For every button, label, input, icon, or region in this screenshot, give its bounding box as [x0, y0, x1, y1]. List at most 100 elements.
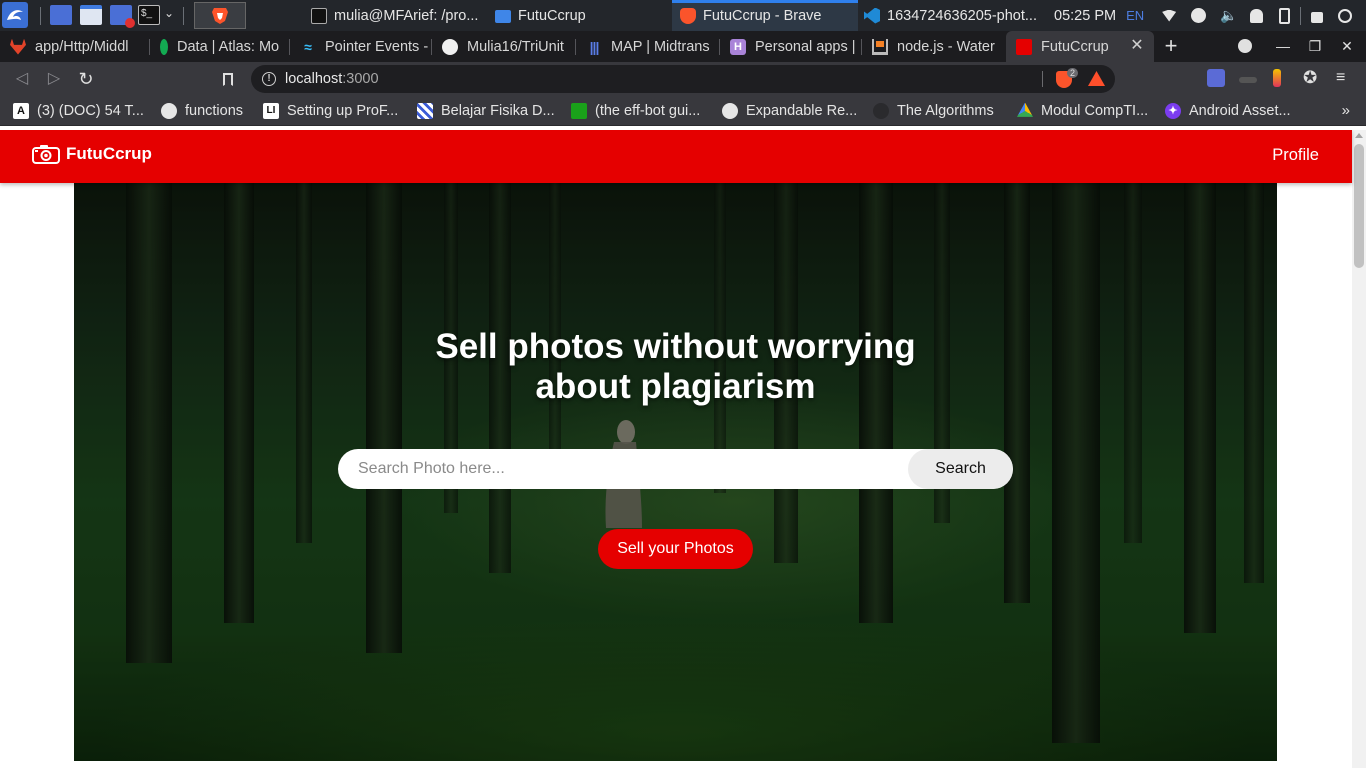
url-text[interactable]: localhost:3000	[285, 71, 379, 87]
tab-tailwind[interactable]: ≈ Pointer Events -	[290, 31, 432, 62]
keyboard-layout[interactable]: EN	[1126, 8, 1144, 23]
volume-icon[interactable]: 🔈	[1220, 7, 1237, 24]
task-vscode[interactable]: 1634724636205-phot...	[858, 0, 1046, 31]
menu-icon[interactable]: ≡	[1336, 69, 1354, 87]
show-desktop-icon[interactable]	[50, 5, 72, 25]
sell-photos-button[interactable]: Sell your Photos	[598, 529, 753, 569]
heroku-icon: H	[730, 38, 746, 55]
midtrans-icon: |||	[589, 38, 600, 55]
bookmark-label: Android Asset...	[1189, 102, 1291, 119]
network-icon[interactable]	[1191, 8, 1207, 23]
bookmark-item[interactable]: functions	[161, 95, 243, 126]
battery-icon[interactable]	[1278, 7, 1290, 24]
file-manager-icon[interactable]	[80, 5, 102, 25]
back-icon[interactable]: ◁	[10, 67, 34, 91]
bookmark-item[interactable]: Modul CompTI...	[1017, 95, 1148, 126]
green-square-icon	[571, 102, 587, 119]
tab-title: node.js - Water	[897, 38, 995, 55]
tab-gitlab[interactable]: app/Http/Middl	[0, 31, 150, 62]
chevron-down-icon[interactable]: ⌄	[164, 6, 174, 20]
page-scrollbar[interactable]	[1352, 130, 1366, 768]
bookmark-item[interactable]: The Algorithms	[873, 95, 994, 126]
close-icon[interactable]: ✕	[1128, 37, 1146, 55]
window-close-icon[interactable]: ✕	[1334, 31, 1360, 62]
bookmark-icon[interactable]	[216, 67, 240, 91]
search-input[interactable]	[338, 449, 908, 489]
address-divider	[1042, 71, 1043, 87]
tab-midtrans[interactable]: ||| MAP | Midtrans	[576, 31, 720, 62]
tab-github[interactable]: Mulia16/TriUnit	[432, 31, 576, 62]
mongodb-icon	[160, 38, 168, 55]
bookmark-label: Setting up ProF...	[287, 102, 399, 119]
screen-recorder-icon[interactable]	[110, 5, 135, 28]
academia-icon: A	[13, 102, 29, 119]
task-terminal[interactable]: mulia@MFArief: /pro...	[305, 0, 490, 31]
drive-icon	[1017, 102, 1033, 117]
os-taskbar: $_ ⌄ mulia@MFArief: /pro... FutuCcrup Fu…	[0, 0, 1366, 31]
site-info-icon[interactable]: !	[262, 72, 276, 86]
tab-title: Data | Atlas: Mo	[177, 38, 280, 55]
clock[interactable]: 05:25 PM	[1054, 8, 1116, 24]
task-brave[interactable]: FutuCcrup - Brave	[672, 0, 858, 31]
bookmark-item[interactable]: Expandable Re...	[722, 95, 857, 126]
tab-title: Mulia16/TriUnit	[467, 38, 564, 55]
tab-futuccrup[interactable]: FutuCcrup ✕	[1006, 31, 1154, 62]
shield-count-badge: 2	[1067, 68, 1079, 78]
lock-icon[interactable]	[1310, 12, 1323, 23]
forward-icon[interactable]: ▷	[42, 67, 66, 91]
search-button[interactable]: Search	[908, 449, 1013, 489]
bookmark-label: Belajar Fisika D...	[441, 102, 555, 119]
brave-rewards-icon[interactable]	[1088, 71, 1105, 86]
notification-bell-icon[interactable]	[1249, 8, 1263, 23]
tab-stackoverflow[interactable]: node.js - Water	[862, 31, 1006, 62]
camera-logo-icon	[32, 145, 60, 164]
taskbar-separator	[1299, 6, 1301, 25]
minimize-icon[interactable]: —	[1270, 31, 1296, 62]
taskbar-separator	[183, 7, 184, 25]
bookmark-item[interactable]: (the eff-bot gui...	[571, 95, 700, 126]
address-bar[interactable]: ! localhost:3000 2	[251, 65, 1115, 93]
globe-icon	[161, 102, 177, 119]
system-tray: 05:25 PM EN 🔈	[1054, 0, 1352, 31]
kali-menu-icon[interactable]	[2, 2, 28, 28]
task-label: mulia@MFArief: /pro...	[334, 7, 479, 24]
translate-extension-icon[interactable]	[1207, 69, 1225, 87]
bookmark-item[interactable]: A (3) (DOC) 54 T...	[13, 95, 144, 126]
vscode-icon	[864, 7, 880, 24]
tab-title: app/Http/Middl	[35, 38, 129, 55]
color-extension-icon[interactable]	[1273, 69, 1281, 87]
wifi-icon[interactable]	[1162, 9, 1177, 22]
bookmarks-bar: A (3) (DOC) 54 T... functions LI Setting…	[0, 95, 1366, 126]
tab-mongodb[interactable]: Data | Atlas: Mo	[150, 31, 290, 62]
bookmark-item[interactable]: Belajar Fisika D...	[417, 95, 555, 126]
reload-icon[interactable]: ↻	[74, 67, 98, 91]
task-folder[interactable]: FutuCcrup	[490, 0, 670, 31]
scroll-up-icon[interactable]	[1355, 133, 1363, 138]
extensions-puzzle-icon[interactable]: ✪	[1303, 69, 1321, 87]
android-asset-icon: ✦	[1165, 102, 1181, 119]
bookmark-item[interactable]: ✦ Android Asset...	[1165, 95, 1291, 126]
profile-link[interactable]: Profile	[1272, 146, 1319, 165]
task-label: 1634724636205-phot...	[887, 7, 1037, 24]
bookmarks-overflow-icon[interactable]: »	[1342, 95, 1350, 126]
task-label: FutuCcrup - Brave	[703, 7, 822, 24]
brave-launcher-icon[interactable]	[194, 2, 246, 29]
puzzle-icon	[417, 102, 433, 119]
new-tab-button[interactable]: +	[1160, 31, 1182, 62]
brave-icon	[680, 7, 696, 24]
tab-search-icon[interactable]	[1232, 31, 1258, 62]
maximize-icon[interactable]: ❐	[1302, 31, 1328, 62]
power-icon[interactable]	[1337, 8, 1352, 23]
bookmark-item[interactable]: LI Setting up ProF...	[263, 95, 398, 126]
lt-icon: LI	[263, 102, 279, 119]
bookmark-label: Modul CompTI...	[1041, 102, 1149, 119]
incognito-extension-icon[interactable]	[1239, 69, 1257, 87]
folder-icon	[495, 10, 511, 23]
photo-search-form: Search	[338, 449, 1013, 489]
brand-name: FutuCcrup	[66, 144, 152, 163]
scroll-thumb[interactable]	[1354, 144, 1364, 268]
hero-title: Sell photos without worrying about plagi…	[435, 327, 916, 406]
tab-heroku[interactable]: H Personal apps |	[720, 31, 862, 62]
terminal-launcher-icon[interactable]: $_	[138, 5, 160, 25]
brand-logo[interactable]: FutuCcrup	[32, 144, 152, 164]
